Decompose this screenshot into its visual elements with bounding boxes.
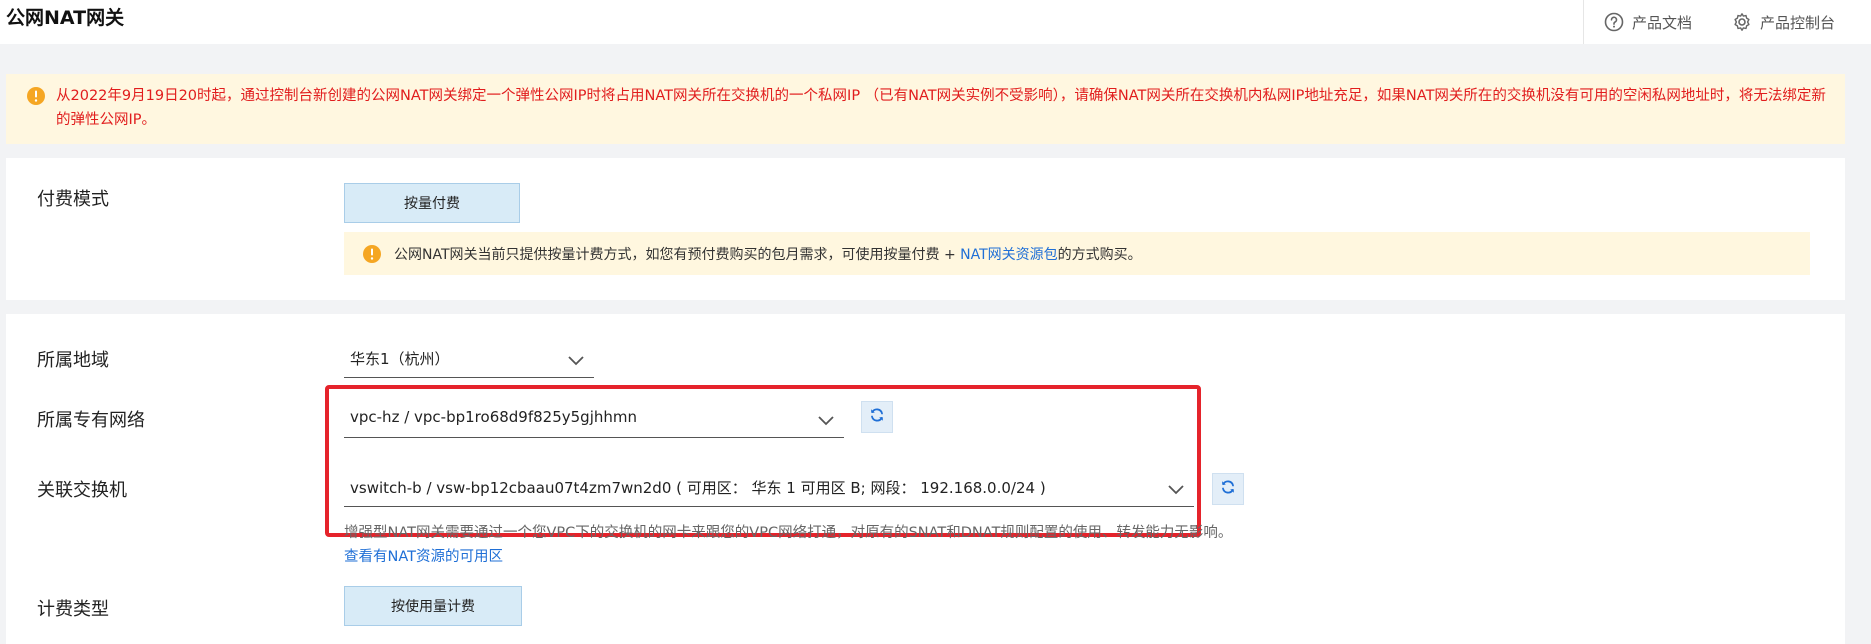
region-label: 所属地域 [37,350,109,371]
usage-based-billing-button[interactable]: 按使用量计费 [344,586,522,626]
warning-icon [362,244,382,268]
region-value: 华东1（杭州） [350,350,450,368]
billing-mode-card [6,158,1845,300]
header-actions: 产品文档 产品控制台 [1582,0,1871,44]
billing-mode-label: 付费模式 [37,189,109,210]
pay-as-you-go-button[interactable]: 按量付费 [344,183,520,223]
vswitch-help-text: 增强型NAT网关需要通过一个您VPC下的交换机的网卡来跟您的VPC网络打通，对原… [344,525,1233,541]
nat-resource-package-link[interactable]: NAT网关资源包 [960,247,1058,263]
page-header: 公网NAT网关 产品文档 产品控制台 [0,0,1871,44]
nat-zones-link[interactable]: 查看有NAT资源的可用区 [344,545,503,566]
product-console-link[interactable]: 产品控制台 [1732,12,1835,33]
product-docs-link[interactable]: 产品文档 [1604,12,1692,33]
product-docs-label: 产品文档 [1631,13,1692,32]
vpc-label: 所属专有网络 [37,410,145,431]
refresh-icon [1220,479,1236,499]
vswitch-refresh-button[interactable] [1212,473,1244,505]
billing-info-suffix: 的方式购买。 [1057,247,1142,263]
highlight-box [325,385,1201,537]
chevron-down-icon [568,352,584,370]
charge-type-label: 计费类型 [37,599,109,620]
vswitch-label: 关联交换机 [37,480,127,501]
product-console-label: 产品控制台 [1759,13,1835,32]
warning-icon [26,86,46,114]
warning-text: 从2022年9月19日20时起，通过控制台新创建的公网NAT网关绑定一个弹性公网… [56,88,1826,128]
region-select[interactable]: 华东1（杭州） [344,340,594,378]
billing-info-prefix: 公网NAT网关当前只提供按量计费方式，如您有预付费购买的包月需求，可使用按量付费… [394,247,961,263]
billing-info-bar: 公网NAT网关当前只提供按量计费方式，如您有预付费购买的包月需求，可使用按量付费… [344,232,1810,275]
help-circle-icon [1604,12,1624,32]
billing-info-text: 公网NAT网关当前只提供按量计费方式，如您有预付费购买的包月需求，可使用按量付费… [394,244,1142,264]
gear-icon [1732,12,1752,32]
page-title: 公网NAT网关 [6,7,125,29]
warning-banner: 从2022年9月19日20时起，通过控制台新创建的公网NAT网关绑定一个弹性公网… [6,74,1845,144]
